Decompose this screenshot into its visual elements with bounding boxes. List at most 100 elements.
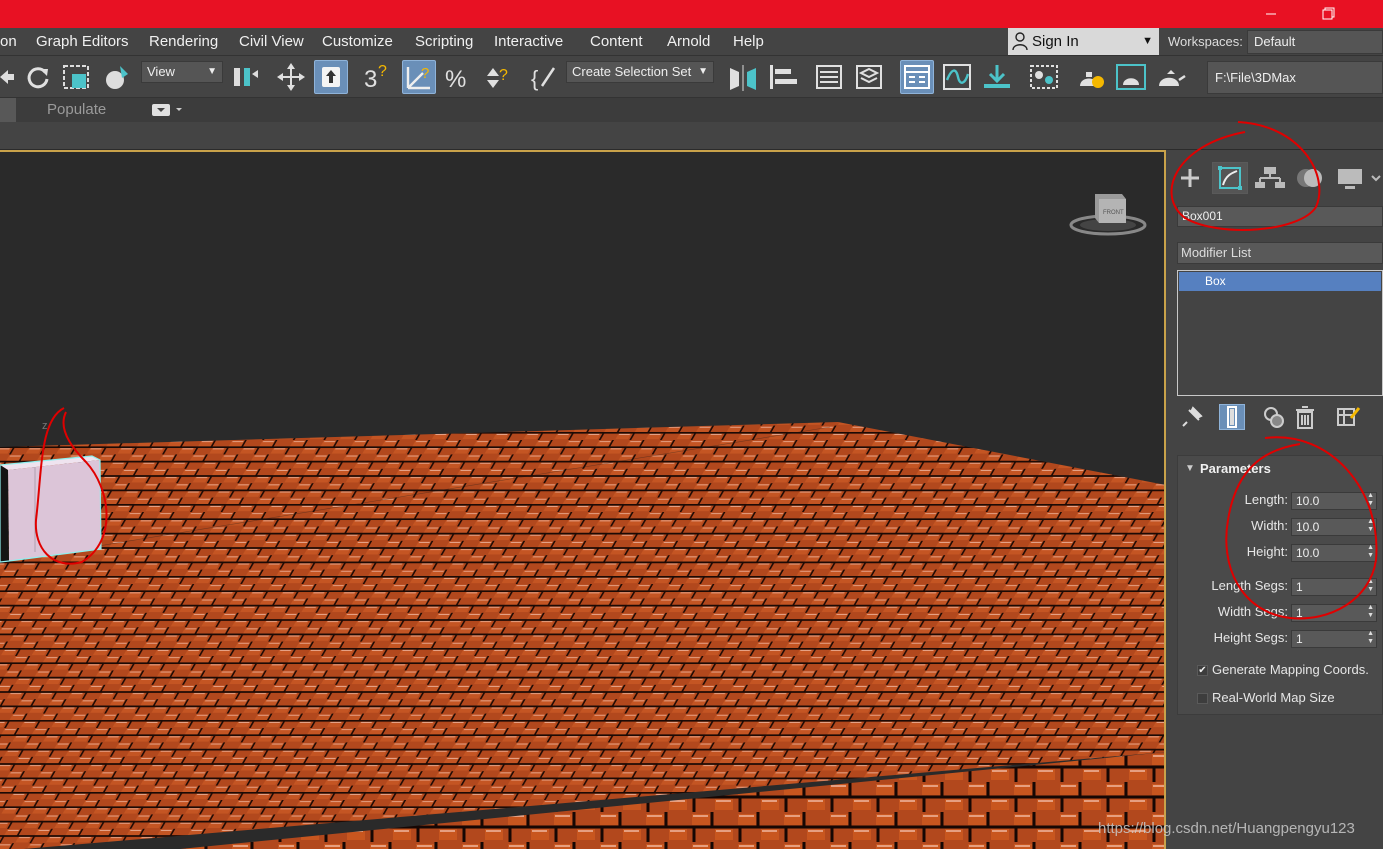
width-spinner[interactable]: 10.0 ▲ ▼ bbox=[1291, 518, 1377, 536]
length-segs-spinner[interactable]: 1 ▲ ▼ bbox=[1291, 578, 1377, 596]
restore-icon[interactable] bbox=[1305, 0, 1351, 28]
menu-item-help[interactable]: Help bbox=[733, 28, 764, 56]
select-move-icon[interactable] bbox=[274, 60, 308, 94]
real-world-map-size-checkbox[interactable] bbox=[1197, 693, 1208, 704]
main-toolbar: View ▼ 3? ? % ? { Create Selection Set ▼ bbox=[0, 57, 1383, 98]
parameters-title: Parameters bbox=[1200, 461, 1271, 476]
render-icon[interactable] bbox=[1154, 60, 1188, 94]
hierarchy-icon[interactable] bbox=[1252, 162, 1288, 194]
spinner-arrows-icon[interactable]: ▲ ▼ bbox=[1367, 604, 1374, 620]
workspaces-label: Workspaces: bbox=[1168, 34, 1243, 49]
svg-text:{: { bbox=[531, 66, 538, 91]
named-selection-icon[interactable]: { bbox=[528, 60, 562, 94]
width-segs-spinner[interactable]: 1 ▲ ▼ bbox=[1291, 604, 1377, 622]
layer-explorer-icon[interactable] bbox=[852, 60, 886, 94]
height-spinner[interactable]: 10.0 ▲ ▼ bbox=[1291, 544, 1377, 562]
real-world-map-size-label: Real-World Map Size bbox=[1212, 690, 1335, 705]
modify-tab[interactable] bbox=[1212, 162, 1248, 194]
create-icon[interactable] bbox=[1172, 162, 1208, 194]
menu-item-animation[interactable]: on bbox=[0, 28, 17, 56]
axis-z-label: z bbox=[42, 420, 48, 432]
generate-mapping-checkbox[interactable]: ✔ bbox=[1197, 665, 1208, 676]
length-segs-label: Length Segs: bbox=[1211, 578, 1288, 593]
reference-coord-value: View bbox=[147, 64, 175, 79]
user-icon bbox=[1012, 32, 1028, 50]
select-region-icon[interactable] bbox=[60, 60, 94, 94]
menu-item-content[interactable]: Content bbox=[590, 28, 643, 56]
motion-icon[interactable] bbox=[1292, 162, 1328, 194]
make-unique-icon[interactable] bbox=[1261, 404, 1287, 430]
perspective-viewport[interactable]: z FRONT bbox=[0, 150, 1166, 849]
spinner-arrows-icon[interactable]: ▲ ▼ bbox=[1367, 578, 1374, 594]
workspaces-select[interactable]: Default bbox=[1247, 30, 1383, 54]
angle-snap-button[interactable]: ? bbox=[402, 60, 436, 94]
modify-icon bbox=[1218, 166, 1242, 190]
height-segs-spinner[interactable]: 1 ▲ ▼ bbox=[1291, 630, 1377, 648]
render-setup-icon[interactable] bbox=[1074, 60, 1108, 94]
pin-stack-icon[interactable] bbox=[1179, 404, 1205, 430]
menu-item-interactive[interactable]: Interactive bbox=[494, 28, 563, 56]
width-value: 10.0 bbox=[1296, 520, 1320, 534]
width-segs-label: Width Segs: bbox=[1217, 604, 1288, 619]
redo-icon[interactable] bbox=[21, 60, 55, 94]
configure-modifier-sets-icon[interactable] bbox=[1335, 404, 1361, 430]
display-icon[interactable] bbox=[1332, 162, 1368, 194]
utilities-icon[interactable] bbox=[1368, 162, 1383, 194]
modifier-stack[interactable]: Box bbox=[1177, 270, 1383, 396]
align-icon[interactable] bbox=[765, 60, 799, 94]
reference-coord-dropdown[interactable]: View ▼ bbox=[141, 61, 223, 83]
remove-modifier-icon[interactable] bbox=[1292, 404, 1318, 430]
svg-text:?: ? bbox=[421, 65, 429, 82]
ribbon-toggle-button[interactable] bbox=[900, 60, 934, 94]
menu-bar: on Graph Editors Rendering Civil View Cu… bbox=[0, 28, 1383, 56]
paint-select-icon[interactable] bbox=[100, 60, 134, 94]
modifier-list-dropdown[interactable]: Modifier List bbox=[1177, 242, 1383, 264]
height-value: 10.0 bbox=[1296, 546, 1320, 560]
stack-tools bbox=[1177, 402, 1383, 432]
scene-explorer-icon[interactable] bbox=[812, 60, 846, 94]
width-segs-value: 1 bbox=[1296, 606, 1303, 620]
percent-snap-icon[interactable]: % bbox=[442, 60, 476, 94]
menu-item-civil-view[interactable]: Civil View bbox=[239, 28, 304, 56]
sign-in-dropdown[interactable]: Sign In ▼ bbox=[1008, 28, 1159, 55]
spinner-snap-icon[interactable]: ? bbox=[482, 60, 516, 94]
width-label: Width: bbox=[1251, 518, 1288, 533]
svg-text:3: 3 bbox=[364, 66, 377, 93]
schematic-view-icon[interactable] bbox=[980, 60, 1014, 94]
ribbon-options-icon[interactable] bbox=[152, 103, 186, 117]
svg-text:?: ? bbox=[378, 63, 387, 80]
curve-editor-icon[interactable] bbox=[940, 60, 974, 94]
show-end-result-button[interactable] bbox=[1219, 404, 1245, 430]
menu-item-arnold[interactable]: Arnold bbox=[667, 28, 710, 56]
ribbon: Populate bbox=[0, 98, 1383, 122]
menu-item-rendering[interactable]: Rendering bbox=[149, 28, 218, 56]
box001-object[interactable] bbox=[0, 455, 102, 563]
title-bar bbox=[0, 0, 1383, 28]
ribbon-tab-modeling[interactable] bbox=[0, 98, 16, 122]
parameters-rollout-header[interactable]: ▼ Parameters bbox=[1178, 456, 1383, 482]
sign-in-label: Sign In bbox=[1032, 33, 1079, 50]
render-frame-icon[interactable] bbox=[1114, 60, 1148, 94]
stack-item-box[interactable]: Box bbox=[1179, 272, 1381, 291]
select-place-button[interactable] bbox=[314, 60, 348, 94]
selection-set-dropdown[interactable]: Create Selection Set ▼ bbox=[566, 61, 714, 83]
spinner-arrows-icon[interactable]: ▲ ▼ bbox=[1367, 544, 1374, 560]
chevron-down-icon: ▼ bbox=[1142, 35, 1153, 47]
menu-item-graph-editors[interactable]: Graph Editors bbox=[36, 28, 129, 56]
menu-item-scripting[interactable]: Scripting bbox=[415, 28, 473, 56]
viewcube-icon[interactable]: FRONT bbox=[1069, 194, 1147, 236]
pivot-center-icon[interactable] bbox=[228, 60, 262, 94]
length-spinner[interactable]: 10.0 ▲ ▼ bbox=[1291, 492, 1377, 510]
spinner-arrows-icon[interactable]: ▲ ▼ bbox=[1367, 492, 1374, 508]
spinner-arrows-icon[interactable]: ▲ ▼ bbox=[1367, 518, 1374, 534]
menu-item-customize[interactable]: Customize bbox=[322, 28, 393, 56]
ribbon-tab-populate[interactable]: Populate bbox=[47, 98, 106, 122]
generate-mapping-label: Generate Mapping Coords. bbox=[1212, 662, 1369, 677]
material-editor-icon[interactable] bbox=[1027, 60, 1061, 94]
spinner-arrows-icon[interactable]: ▲ ▼ bbox=[1367, 630, 1374, 646]
mirror-icon[interactable] bbox=[726, 60, 760, 94]
project-path-field[interactable]: F:\File\3DMax bbox=[1207, 61, 1383, 94]
minimize-icon[interactable] bbox=[1248, 0, 1294, 28]
object-name-field[interactable]: Box001 bbox=[1177, 206, 1383, 227]
snap-3d-icon[interactable]: 3? bbox=[362, 60, 396, 94]
